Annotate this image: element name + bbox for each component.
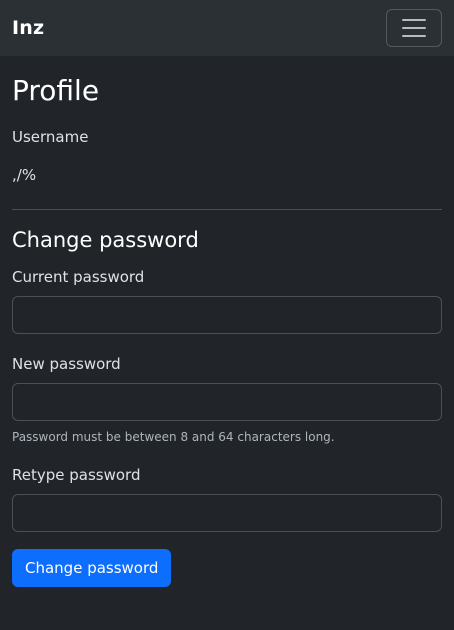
navbar-toggler-button[interactable] [386,9,442,47]
username-label: Username [12,128,89,146]
page-title: Profile [12,74,100,107]
new-password-help-text: Password must be between 8 and 64 charac… [12,430,335,444]
hamburger-menu-icon [402,19,426,21]
new-password-group: New password Password must be between 8 … [12,354,442,445]
new-password-input[interactable] [12,383,442,421]
current-password-label: Current password [12,268,145,286]
change-password-button[interactable]: Change password [12,549,172,587]
retype-password-group: Retype password [12,465,442,532]
top-navbar: Inz [0,0,454,56]
hamburger-menu-icon-bar [402,35,426,37]
section-divider [12,209,442,210]
retype-password-label: Retype password [12,466,141,484]
profile-container: Profile Username ,/% Change password Cur… [0,75,454,587]
current-password-input[interactable] [12,296,442,334]
navbar-brand[interactable]: Inz [12,17,44,39]
hamburger-menu-icon-bar [402,27,426,29]
username-value: ,/% [12,166,37,184]
retype-password-input[interactable] [12,494,442,532]
current-password-group: Current password [12,267,442,334]
change-password-title: Change password [12,228,199,252]
new-password-label: New password [12,355,121,373]
change-password-form: Current password New password Password m… [12,267,442,587]
